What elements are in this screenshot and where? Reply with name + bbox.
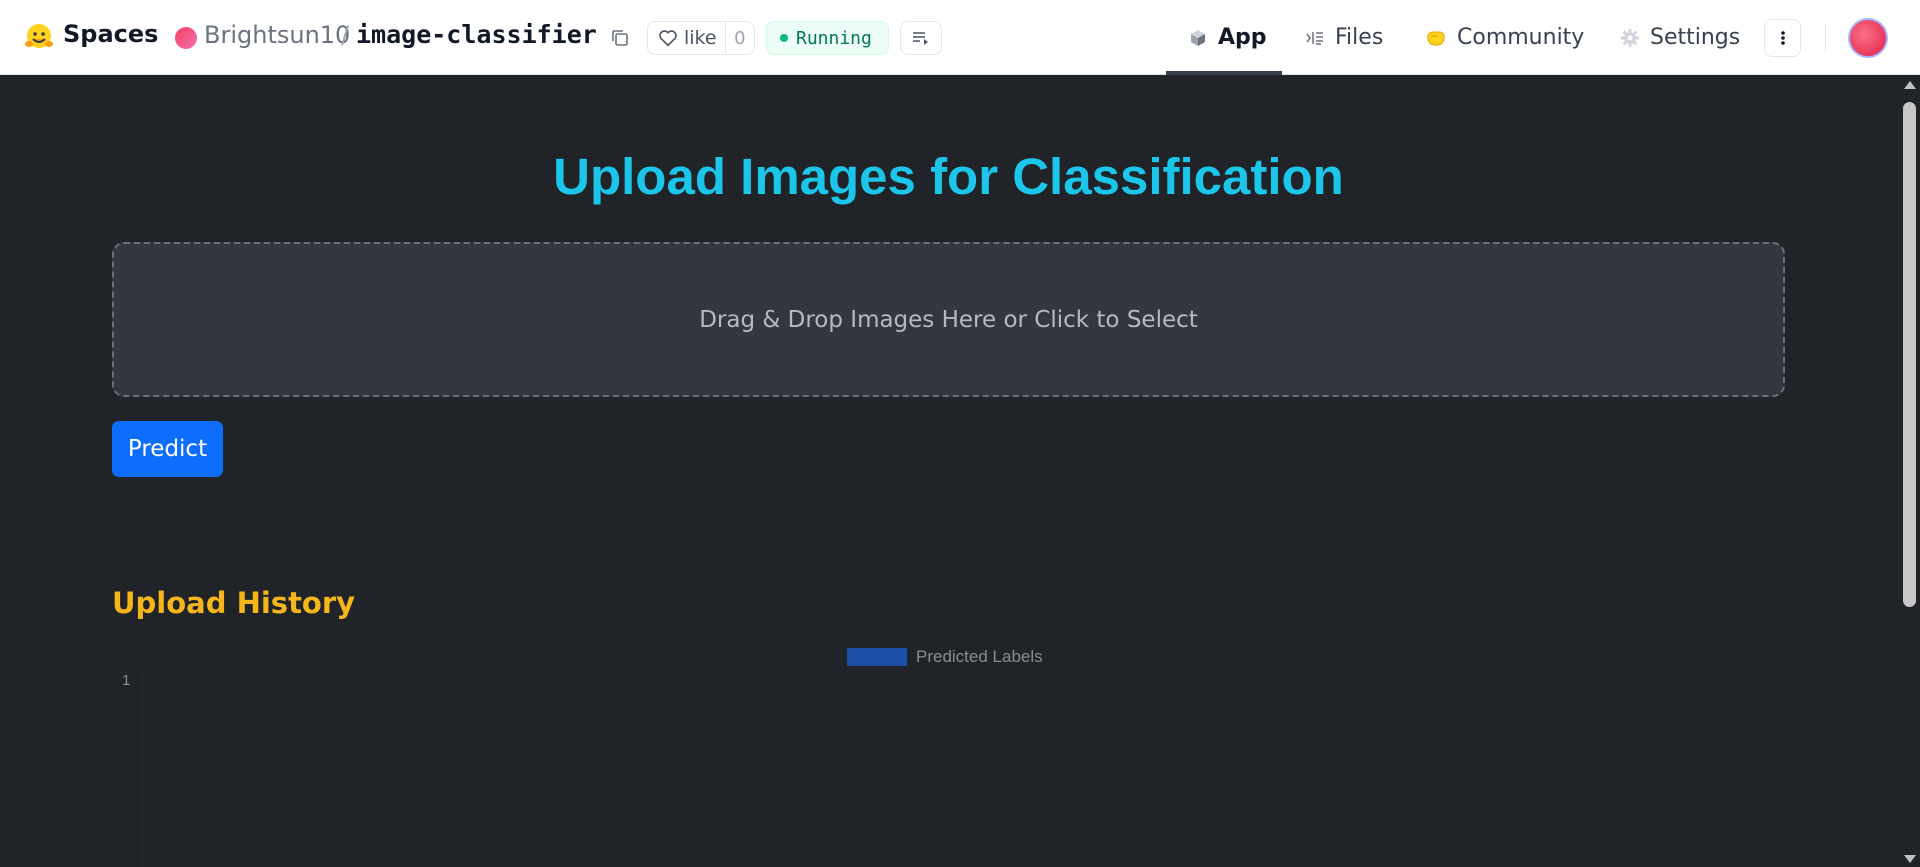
- tab-label: Settings: [1650, 25, 1741, 50]
- copy-icon[interactable]: [608, 26, 632, 50]
- tab-app[interactable]: App: [1188, 0, 1267, 75]
- tab-settings[interactable]: Settings: [1620, 0, 1740, 75]
- dropzone-text: Drag & Drop Images Here or Click to Sele…: [699, 306, 1198, 333]
- cube-icon: [1191, 29, 1205, 46]
- community-icon: [1427, 31, 1445, 46]
- predict-button[interactable]: Predict: [112, 421, 223, 477]
- repo-name-link[interactable]: image-classifier: [356, 20, 597, 49]
- header-divider: [1825, 24, 1826, 52]
- owner-avatar: [175, 27, 197, 49]
- files-icon: [1306, 31, 1323, 45]
- spaces-brand-link[interactable]: Spaces: [63, 20, 158, 48]
- app-content: Upload Images for Classification Drag & …: [0, 75, 1900, 867]
- status-dot: [780, 34, 788, 42]
- hugging-face-logo-icon[interactable]: [24, 22, 54, 52]
- heart-icon: [659, 30, 677, 47]
- more-options-button[interactable]: [1764, 19, 1801, 57]
- running-status-badge[interactable]: Running: [766, 21, 889, 55]
- like-button[interactable]: like 0: [647, 21, 755, 55]
- tab-community[interactable]: Community: [1425, 0, 1584, 75]
- logs-icon: [913, 32, 928, 45]
- status-text: Running: [796, 27, 872, 49]
- tab-label: App: [1218, 25, 1267, 50]
- scroll-down-arrow-icon[interactable]: [1904, 855, 1916, 863]
- tab-files[interactable]: Files: [1305, 0, 1383, 75]
- scrollbar-thumb[interactable]: [1903, 102, 1916, 607]
- legend-label[interactable]: Predicted Labels: [916, 647, 1043, 666]
- path-separator: /: [341, 21, 350, 49]
- logs-button[interactable]: [900, 21, 942, 55]
- top-header: Spaces Brightsun10 / image-classifier li…: [0, 0, 1920, 75]
- predicted-labels-chart: Predicted Labels 1: [122, 647, 1043, 867]
- tab-label: Files: [1335, 25, 1384, 50]
- gear-icon: [1621, 28, 1639, 47]
- owner-link[interactable]: Brightsun10: [204, 21, 350, 49]
- page-title: Upload Images for Classification: [553, 148, 1344, 205]
- like-label: like: [684, 27, 717, 49]
- like-count[interactable]: 0: [726, 28, 754, 49]
- scroll-up-arrow-icon[interactable]: [1904, 81, 1916, 89]
- legend-swatch[interactable]: [847, 648, 907, 666]
- vertical-dots-icon: [1780, 31, 1785, 45]
- user-avatar[interactable]: [1848, 18, 1888, 58]
- image-dropzone[interactable]: Drag & Drop Images Here or Click to Sele…: [112, 242, 1785, 397]
- tab-label: Community: [1457, 25, 1585, 50]
- y-tick-label: 1: [122, 672, 130, 689]
- like-toggle[interactable]: like: [648, 22, 726, 54]
- upload-history-title: Upload History: [112, 586, 356, 620]
